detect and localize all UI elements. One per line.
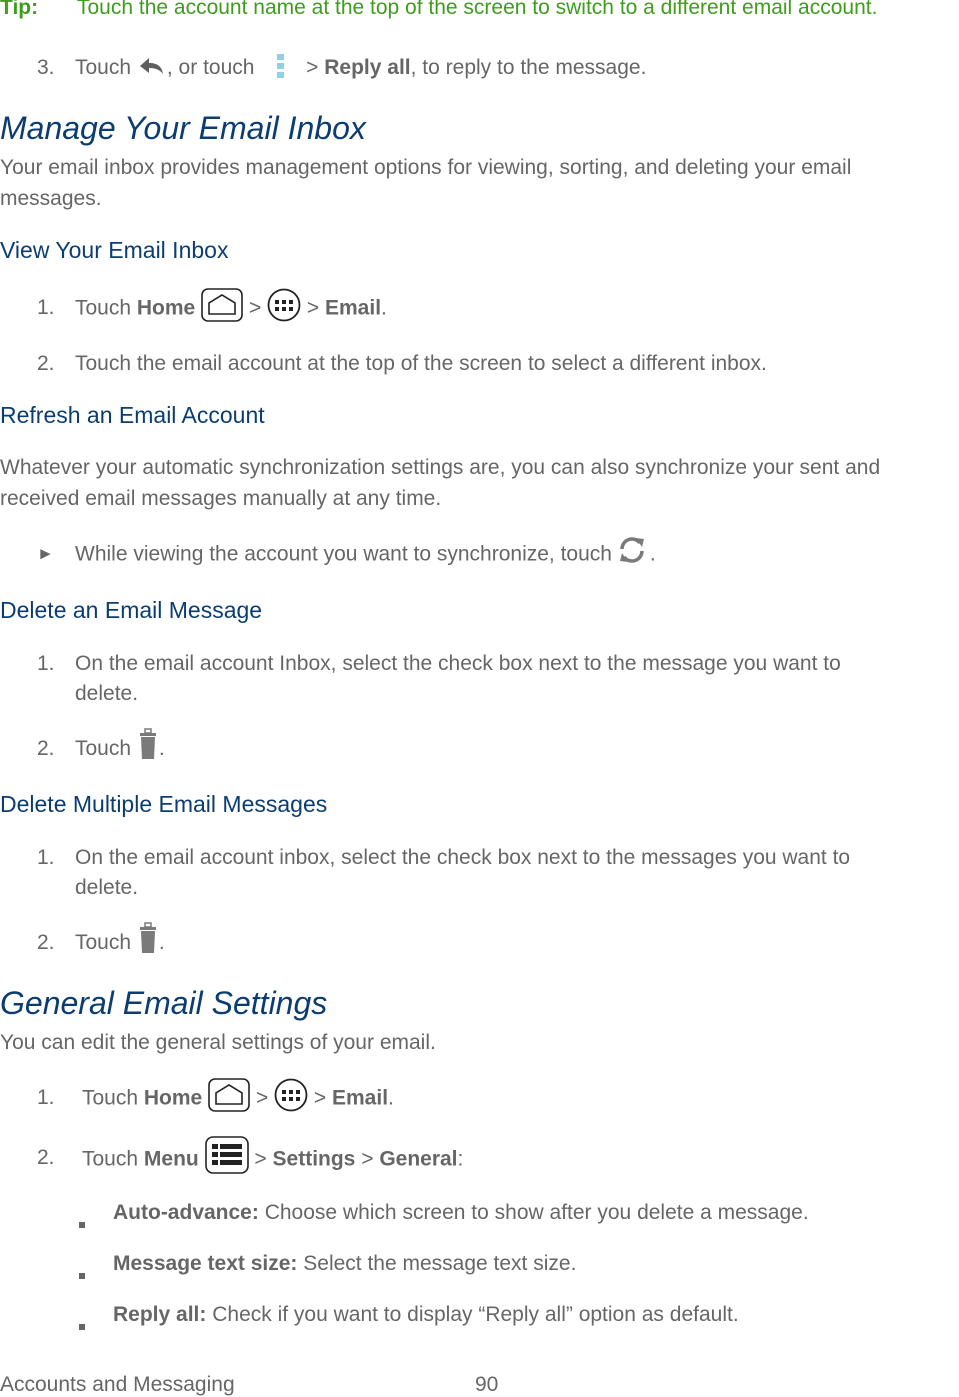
email-label: Email xyxy=(332,1086,389,1110)
separator: > xyxy=(306,56,319,79)
delete-multi-step-1-line2: delete. xyxy=(75,876,139,899)
subsection-title-refresh: Refresh an Email Account xyxy=(0,402,265,428)
option-message-text-size: Message text size: Select the message te… xyxy=(113,1252,576,1276)
step-text: Touch xyxy=(75,931,132,954)
option-label: Message text size: xyxy=(113,1252,298,1275)
punctuation: . xyxy=(158,737,165,760)
option-auto-advance: Auto-advance: Choose which screen to sho… xyxy=(113,1201,809,1225)
home-label: Home xyxy=(143,1086,203,1110)
step-number: 3. xyxy=(37,56,55,79)
bullet-arrow-icon: ► xyxy=(37,544,54,563)
delete-step-2: Touch . xyxy=(75,728,165,761)
section-title-manage-inbox: Manage Your Email Inbox xyxy=(0,110,366,146)
general-step-2: Touch Menu > Settings > General: xyxy=(82,1136,464,1174)
general-step-1: Touch Home > > Email. xyxy=(82,1078,394,1112)
step-number: 2. xyxy=(37,737,55,760)
trash-icon xyxy=(137,727,159,761)
footer-section-name: Accounts and Messaging xyxy=(0,1373,235,1396)
paragraph: messages. xyxy=(0,187,102,210)
step-number: 1. xyxy=(37,1086,55,1109)
paragraph: Whatever your automatic synchronization … xyxy=(0,456,881,479)
separator: > xyxy=(361,1147,374,1171)
menu-label: Menu xyxy=(143,1147,199,1171)
step-3: Touch , or touch > Reply all, to reply t… xyxy=(75,53,647,80)
step-text: Touch xyxy=(75,737,132,760)
separator: > xyxy=(313,1086,327,1110)
email-label: Email xyxy=(325,296,382,320)
refresh-icon xyxy=(614,532,650,568)
paragraph: You can edit the general settings of you… xyxy=(0,1031,436,1054)
separator: > xyxy=(255,1086,269,1110)
apps-icon xyxy=(274,1078,308,1112)
tip-label: Tip: xyxy=(0,0,39,19)
punctuation: . xyxy=(381,296,387,320)
punctuation: . xyxy=(649,542,656,566)
paragraph: Your email inbox provides management opt… xyxy=(0,156,852,179)
view-inbox-step-2: Touch the email account at the top of th… xyxy=(75,352,767,375)
bullet-square-icon xyxy=(79,1210,85,1234)
delete-multi-step-2: Touch . xyxy=(75,922,165,955)
general-label: General xyxy=(379,1147,458,1171)
option-reply-all: Reply all: Check if you want to display … xyxy=(113,1303,739,1327)
separator: > xyxy=(306,296,320,320)
step-number: 1. xyxy=(37,296,55,319)
punctuation: : xyxy=(457,1147,464,1171)
home-label: Home xyxy=(136,296,196,320)
step-number: 2. xyxy=(37,352,55,375)
home-icon xyxy=(208,1078,250,1112)
separator: > xyxy=(254,1147,267,1171)
subsection-title-delete-multiple: Delete Multiple Email Messages xyxy=(0,791,328,817)
tip-text: Touch the account name at the top of the… xyxy=(77,0,878,19)
footer-page-number: 90 xyxy=(475,1373,499,1396)
option-text: Check if you want to display “Reply all”… xyxy=(212,1303,739,1326)
bullet-square-icon xyxy=(79,1312,85,1336)
delete-step-1-line1: On the email account Inbox, select the c… xyxy=(75,652,841,675)
option-text: Select the message text size. xyxy=(303,1252,577,1275)
step-text: Touch xyxy=(82,1147,139,1171)
separator: > xyxy=(248,296,262,320)
menu-icon xyxy=(204,1136,249,1174)
step-text: Touch xyxy=(75,296,132,320)
bullet-text: While viewing the account you want to sy… xyxy=(75,542,612,566)
trash-icon xyxy=(137,921,159,955)
step-number: 1. xyxy=(37,846,55,869)
delete-multi-step-1-line1: On the email account inbox, select the c… xyxy=(75,846,851,869)
overflow-menu-icon xyxy=(260,53,300,79)
step-number: 2. xyxy=(37,931,55,954)
home-icon xyxy=(201,288,243,322)
option-label: Reply all: xyxy=(113,1303,207,1326)
punctuation: . xyxy=(158,931,165,954)
option-text: Choose which screen to show after you de… xyxy=(264,1201,809,1224)
step-text: , or touch xyxy=(166,56,255,79)
step-number: 2. xyxy=(37,1146,55,1169)
reply-all-label: Reply all xyxy=(324,56,411,79)
bullet-square-icon xyxy=(79,1261,85,1285)
step-number: 1. xyxy=(37,652,55,675)
step-text: Touch xyxy=(75,56,132,79)
reply-icon xyxy=(137,55,167,77)
delete-step-1-line2: delete. xyxy=(75,682,139,705)
punctuation: . xyxy=(388,1086,394,1110)
section-title-general-settings: General Email Settings xyxy=(0,985,328,1021)
option-label: Auto-advance: xyxy=(113,1201,259,1224)
subsection-title-delete-message: Delete an Email Message xyxy=(0,597,263,623)
paragraph: received email messages manually at any … xyxy=(0,487,442,510)
settings-label: Settings xyxy=(272,1147,356,1171)
subsection-title-view-inbox: View Your Email Inbox xyxy=(0,237,229,263)
refresh-bullet: While viewing the account you want to sy… xyxy=(75,537,656,568)
step-text: , to reply to the message. xyxy=(410,56,647,79)
apps-icon xyxy=(267,288,301,322)
step-text: Touch xyxy=(82,1086,139,1110)
view-inbox-step-1: Touch Home > > Email. xyxy=(75,288,387,322)
